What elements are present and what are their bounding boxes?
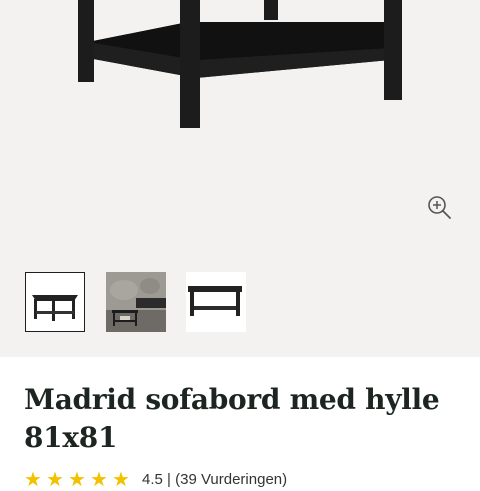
zoom-in-icon bbox=[428, 196, 451, 219]
thumbnail-2[interactable] bbox=[106, 272, 166, 332]
product-gallery bbox=[0, 0, 480, 357]
rating-count-link[interactable]: (39 Vurderingen) bbox=[175, 471, 287, 488]
rating-text: 4.5 | (39 Vurderingen) bbox=[142, 471, 287, 488]
product-title-line1: Madrid sofabord med hylle bbox=[24, 383, 440, 416]
table-leg-back-left bbox=[78, 0, 94, 82]
table-side-thumbnail-image bbox=[188, 286, 242, 316]
table-leg-back-right bbox=[264, 0, 278, 20]
rating-stars: ★ ★ ★ ★ ★ bbox=[24, 469, 132, 489]
table-thumbnail-image bbox=[32, 295, 78, 321]
thumbnail-3[interactable] bbox=[186, 272, 246, 332]
product-info: Madrid sofabord med hylle 81x81 ★ ★ ★ ★ … bbox=[0, 357, 480, 489]
zoom-button[interactable] bbox=[426, 194, 454, 222]
star-icon: ★ bbox=[46, 467, 64, 491]
star-icon: ★ bbox=[68, 467, 86, 491]
main-product-image[interactable] bbox=[0, 0, 480, 262]
thumbnail-strip bbox=[0, 270, 480, 336]
table-leg-front bbox=[180, 0, 200, 128]
thumbnail-1[interactable] bbox=[25, 272, 85, 332]
product-title-line2: 81x81 bbox=[24, 421, 118, 454]
rating-separator: | bbox=[167, 470, 171, 488]
product-title: Madrid sofabord med hylle 81x81 bbox=[24, 381, 464, 457]
star-icon: ★ bbox=[90, 467, 108, 491]
product-rating[interactable]: ★ ★ ★ ★ ★ 4.5 | (39 Vurderingen) bbox=[24, 467, 287, 491]
room-scene-thumbnail-image bbox=[106, 272, 166, 332]
half-star-icon: ★ bbox=[112, 467, 130, 491]
star-icon: ★ bbox=[24, 467, 42, 491]
table-leg-right bbox=[384, 0, 402, 100]
rating-value: 4.5 bbox=[142, 470, 163, 488]
